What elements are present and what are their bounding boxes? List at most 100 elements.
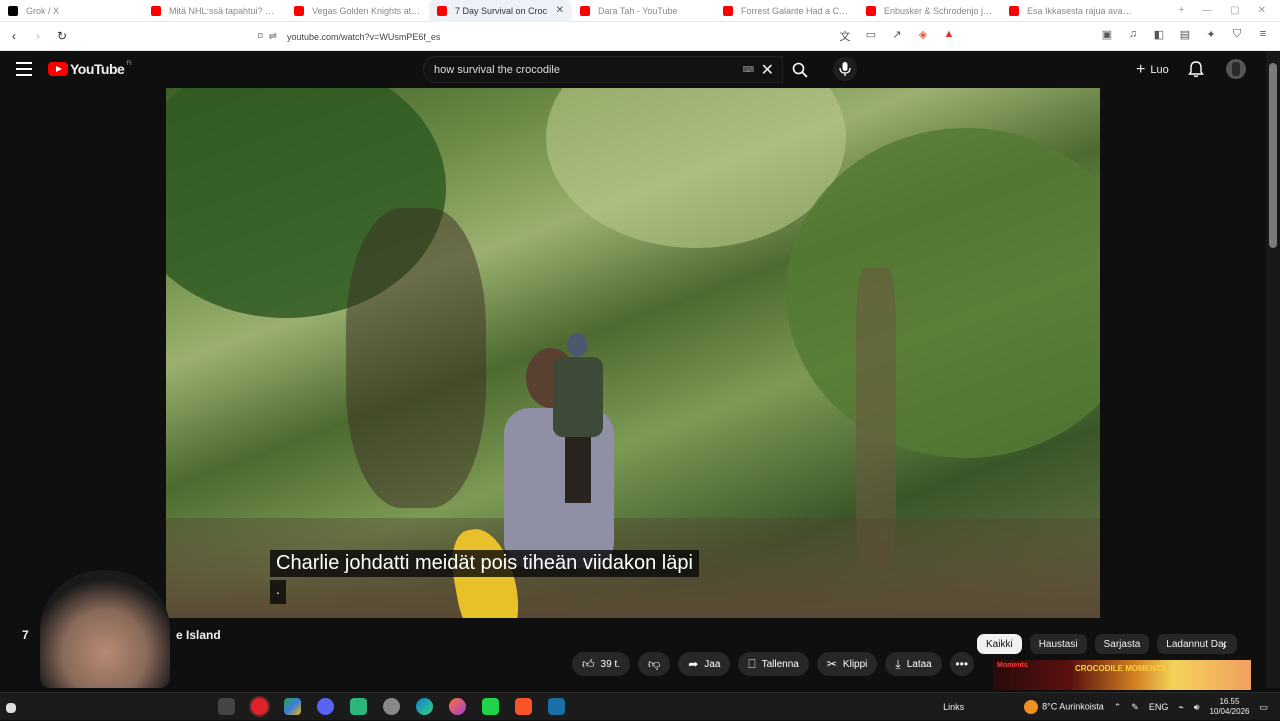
task-view-icon[interactable] <box>218 698 235 715</box>
menu-icon[interactable]: ≡ <box>1256 28 1270 44</box>
chevron-up-icon[interactable]: ⌃ <box>1114 702 1122 713</box>
bookmark-icon: ⎕ <box>748 656 756 671</box>
search-input[interactable]: how survival the crocodile ⌨ ✕ <box>423 56 783 83</box>
save-button[interactable]: ⎕ Tallenna <box>738 652 809 676</box>
streamer-webcam-overlay <box>40 570 170 688</box>
more-actions-button[interactable]: ••• <box>949 652 974 676</box>
discord-icon[interactable] <box>317 698 334 715</box>
chevron-right-icon[interactable]: › <box>1222 637 1227 653</box>
weather-widget[interactable]: 8°C Aurinkoista <box>1024 700 1104 714</box>
search-button[interactable] <box>785 56 815 83</box>
keyboard-icon[interactable]: ⌨ <box>742 65 754 74</box>
green-app-icon[interactable] <box>350 698 367 715</box>
site-settings-icon[interactable]: ⇌ <box>269 31 277 42</box>
download-button[interactable]: ⤓ Lataa <box>885 652 942 676</box>
links-toolbar[interactable]: Links <box>943 702 964 712</box>
brave-rewards-icon[interactable]: ▲ <box>942 28 956 44</box>
like-button[interactable]: 👍︎ 39 t. <box>572 652 631 676</box>
minimize-icon[interactable]: — <box>1202 5 1212 16</box>
chip-series[interactable]: Sarjasta <box>1094 634 1150 654</box>
search-icon <box>792 62 808 78</box>
youtube-masthead: YouTube FI how survival the crocodile ⌨ … <box>0 51 1266 88</box>
vpn-icon[interactable]: ⛉ <box>1230 28 1244 44</box>
browser-tab[interactable]: Mitä NHL:ssä tapahtui? Kaikki <box>143 0 286 22</box>
youtube-favicon-icon <box>151 5 161 16</box>
dislike-button[interactable]: 👎︎ <box>638 652 671 676</box>
create-button[interactable]: + Luo <box>1126 59 1179 81</box>
video-actions: 👍︎ 39 t. 👎︎ ➦ Jaa ⎕ Tallenna ✂ Klippi ⤓ Lataa… <box>572 652 974 676</box>
youtube-favicon-icon <box>580 5 590 16</box>
start-menu-icon[interactable] <box>6 703 16 713</box>
clock[interactable]: 16.55 10/04/2026 <box>1209 697 1249 717</box>
volume-icon[interactable]: 🔊︎ <box>1194 702 1200 713</box>
notifications-icon[interactable]: ▭ <box>1259 702 1268 713</box>
firefox-icon[interactable] <box>449 698 466 715</box>
page-scrollbar[interactable] <box>1266 51 1280 688</box>
chip-for-you[interactable]: Haustasi <box>1029 634 1087 654</box>
video-meta-row: 7 e Island 👍︎ 39 t. 👎︎ ➦ Jaa ⎕ Tallenna ✂ Kl… <box>0 618 1266 690</box>
system-tray: Links 8°C Aurinkoista ⌃ ✎ ENG ⌁ 🔊︎ 16.55… <box>943 693 1280 721</box>
colorful-app-icon[interactable] <box>284 698 301 715</box>
network-icon[interactable]: ⌁ <box>1178 702 1183 713</box>
brave-icon[interactable] <box>515 698 532 715</box>
browser-tab[interactable]: Enbusker & Schrodenjo jakso <box>858 0 1001 22</box>
youtube-favicon-icon <box>866 5 876 16</box>
url-text: youtube.com/watch?v=WUsmPE6f_es <box>287 31 441 42</box>
steam-icon[interactable] <box>548 698 565 715</box>
language-indicator[interactable]: ENG <box>1149 702 1169 712</box>
hiker-ahead <box>553 333 603 503</box>
browser-tab[interactable]: Grok / X <box>0 0 143 22</box>
window-controls: + — ▢ ✕ <box>1178 5 1280 16</box>
related-video-thumbnail[interactable]: Moments CROCODILE MOMENTS <box>993 660 1251 690</box>
opera-icon[interactable] <box>251 698 268 715</box>
cast-icon[interactable]: ▭ <box>864 28 878 44</box>
close-tab-icon[interactable]: ✕ <box>556 5 564 16</box>
chip-all[interactable]: Kaikki <box>977 634 1022 654</box>
hamburger-menu-icon[interactable] <box>16 62 32 76</box>
split-view-icon[interactable]: ◧ <box>1152 28 1166 44</box>
browser-tab[interactable]: Dara Tah - YouTube <box>572 0 715 22</box>
youtube-logo[interactable]: YouTube FI <box>48 61 132 77</box>
close-window-icon[interactable]: ✕ <box>1258 5 1266 16</box>
brave-shield-icon[interactable]: ◈ <box>916 28 930 44</box>
scissors-icon: ✂ <box>826 657 837 671</box>
back-icon[interactable]: ‹ <box>4 29 24 43</box>
video-title: 7 <box>22 628 29 642</box>
more-horizontal-icon: ••• <box>955 657 969 671</box>
avatar[interactable] <box>1226 59 1246 79</box>
voice-search-button[interactable] <box>833 57 857 81</box>
taskbar-apps <box>6 698 565 715</box>
browser-tab[interactable]: Vegas Golden Knights at Seattle <box>286 0 429 22</box>
sidebar-icon[interactable]: ▣ <box>1100 28 1114 44</box>
thumbs-up-icon: 👍︎ <box>582 656 595 671</box>
edge-icon[interactable] <box>416 698 433 715</box>
clear-search-icon[interactable]: ✕ <box>761 60 774 80</box>
translate-icon[interactable]: 文 <box>838 28 852 44</box>
share-button[interactable]: ➦ Jaa <box>678 652 731 676</box>
forward-icon[interactable]: › <box>28 29 48 43</box>
reload-icon[interactable]: ↻ <box>52 29 72 43</box>
subtitle-line: Charlie johdatti meidät pois tiheän viid… <box>270 550 699 577</box>
browser-tab[interactable]: Forrest Galante Had a Close C <box>715 0 858 22</box>
share-arrow-icon: ➦ <box>688 657 699 671</box>
media-icon[interactable]: ♫ <box>1126 28 1140 44</box>
media-player-icon[interactable] <box>482 698 499 715</box>
sun-icon <box>1024 700 1039 714</box>
bell-icon <box>1188 61 1204 78</box>
browser-tab[interactable]: Esa Ikkasesta rajua avautumm <box>1001 0 1144 22</box>
extensions-icon[interactable]: ✦ <box>1204 28 1218 44</box>
browser-tab-active[interactable]: 7 Day Survival on Croc ✕ <box>429 0 572 22</box>
wallet-icon[interactable]: ▤ <box>1178 28 1192 44</box>
scrollbar-thumb[interactable] <box>1269 63 1277 248</box>
youtube-favicon-icon <box>294 5 304 16</box>
settings-icon[interactable] <box>383 698 400 715</box>
notifications-button[interactable] <box>1188 61 1204 83</box>
new-tab-icon[interactable]: + <box>1178 5 1184 16</box>
pen-icon[interactable]: ✎ <box>1131 702 1139 713</box>
video-player[interactable]: Charlie johdatti meidät pois tiheän viid… <box>166 88 1100 618</box>
clip-button[interactable]: ✂ Klippi <box>816 652 878 676</box>
share-icon[interactable]: ↗ <box>890 28 904 44</box>
bookmark-icon[interactable]: ⌑ <box>258 31 263 42</box>
youtube-favicon-icon <box>723 5 733 16</box>
maximize-icon[interactable]: ▢ <box>1230 5 1239 16</box>
